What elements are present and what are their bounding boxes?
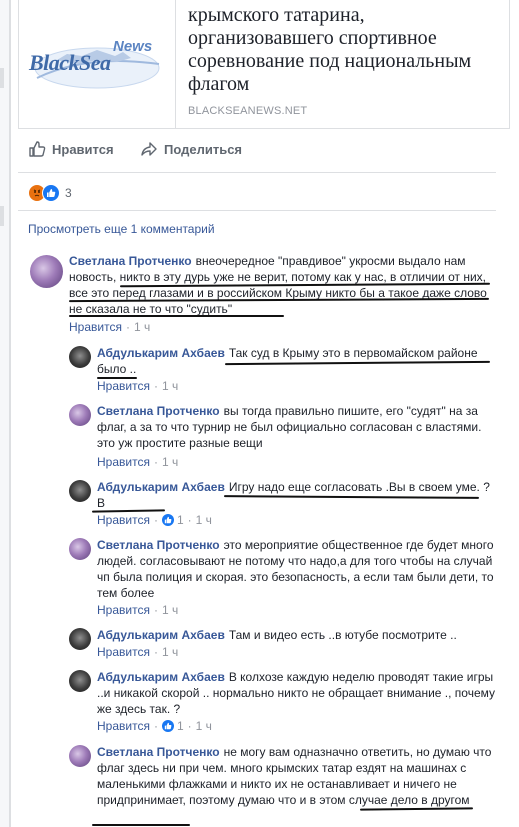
avatar[interactable] [30, 255, 63, 288]
reply-time[interactable]: 1 ч [162, 379, 178, 393]
share-arrow-icon [141, 142, 157, 156]
divider [18, 172, 496, 173]
link-thumbnail[interactable]: BlackSea News [19, 0, 176, 128]
reply-author[interactable]: Абдулькарим Ахбаев [97, 346, 225, 360]
reply-time[interactable]: 1 ч [196, 719, 212, 733]
annotation-underline [92, 824, 190, 826]
reply-time[interactable]: 1 ч [162, 603, 178, 617]
avatar[interactable] [69, 670, 91, 692]
share-button-label: Поделиться [164, 141, 243, 157]
comment-time[interactable]: 1 ч [134, 320, 150, 334]
reply-meta: Нравится · 1 · 1 ч [97, 719, 212, 733]
avatar[interactable] [69, 628, 91, 650]
reply-author[interactable]: Светлана Протченко [97, 538, 220, 552]
sidebar-notch [0, 68, 4, 88]
reply-like-link[interactable]: Нравится [97, 513, 150, 527]
reply: Светлана Протченко это мероприятие общест… [97, 537, 497, 601]
like-button-label: Нравится [52, 141, 114, 157]
share-button[interactable]: Поделиться [140, 140, 242, 158]
avatar[interactable] [69, 404, 91, 426]
mini-like-icon [161, 720, 174, 732]
reply-time[interactable]: 1 ч [162, 455, 178, 469]
mini-like-icon [161, 514, 174, 526]
annotation-underline [97, 377, 137, 379]
reply-meta: Нравится · 1 ч [97, 455, 179, 469]
reply-like-count[interactable]: 1 [177, 513, 184, 527]
reply-like-link[interactable]: Нравится [97, 645, 150, 659]
like-button[interactable]: Нравится [28, 140, 114, 158]
logo-news-text: News [113, 38, 153, 55]
reply-meta: Нравится · 1 ч [97, 379, 179, 393]
reply-meta: Нравится · 1 ч [97, 645, 179, 659]
reply: Абдулькарим Ахбаев Там и видео есть ..в ю… [97, 627, 497, 643]
sidebar-notch [0, 206, 4, 226]
reply-meta: Нравится · 1 ч [97, 603, 179, 617]
reactions-summary[interactable]: 3 [28, 184, 72, 202]
reply-author[interactable]: Абдулькарим Ахбаев [97, 480, 225, 494]
comment-like-link[interactable]: Нравится [69, 320, 122, 334]
reply-meta: Нравится · 1 · 1 ч [97, 513, 212, 527]
comment-author[interactable]: Светлана Протченко [69, 254, 192, 268]
reaction-count: 3 [65, 186, 72, 200]
reply-author[interactable]: Абдулькарим Ахбаев [97, 628, 225, 642]
view-more-comments-link[interactable]: Просмотреть еще 1 комментарий [28, 222, 215, 236]
post-actions: Нравится Поделиться [18, 140, 508, 168]
logo-text: BlackSea [29, 50, 111, 75]
comment-meta: Нравится · 1 ч [69, 320, 151, 334]
thumbs-up-icon [29, 141, 46, 157]
reply-author[interactable]: Абдулькарим Ахбаев [97, 670, 225, 684]
reply-time[interactable]: 1 ч [162, 645, 178, 659]
reply-author[interactable]: Светлана Протченко [97, 404, 220, 418]
reply: Светлана Протченко вы тогда правильно пиш… [97, 403, 497, 451]
avatar[interactable] [69, 745, 91, 767]
divider [18, 210, 496, 211]
avatar[interactable] [69, 538, 91, 560]
avatar[interactable] [69, 346, 91, 368]
link-domain: BLACKSEANEWS.NET [188, 105, 308, 117]
reply-time[interactable]: 1 ч [196, 513, 212, 527]
reply: Абдулькарим Ахбаев В колхозе каждую недел… [97, 669, 497, 717]
reply-like-link[interactable]: Нравится [97, 455, 150, 469]
link-title[interactable]: крымского татарина, организовавшего спор… [188, 4, 498, 96]
left-sidebar-edge [0, 0, 10, 827]
reply-author[interactable]: Светлана Протченко [97, 745, 220, 759]
reply: Светлана Протченко не могу вам одназначно… [97, 744, 497, 808]
reply-like-link[interactable]: Нравится [97, 603, 150, 617]
link-preview[interactable]: BlackSea News крымского татарина, органи… [18, 0, 510, 129]
like-reaction-icon [42, 184, 60, 202]
reply-text: Там и видео есть ..в ютубе посмотрите .. [228, 628, 457, 642]
reply-like-link[interactable]: Нравится [97, 719, 150, 733]
reply-like-link[interactable]: Нравится [97, 379, 150, 393]
reply-like-count[interactable]: 1 [177, 719, 184, 733]
avatar[interactable] [69, 480, 91, 502]
annotation-underline [69, 315, 284, 317]
